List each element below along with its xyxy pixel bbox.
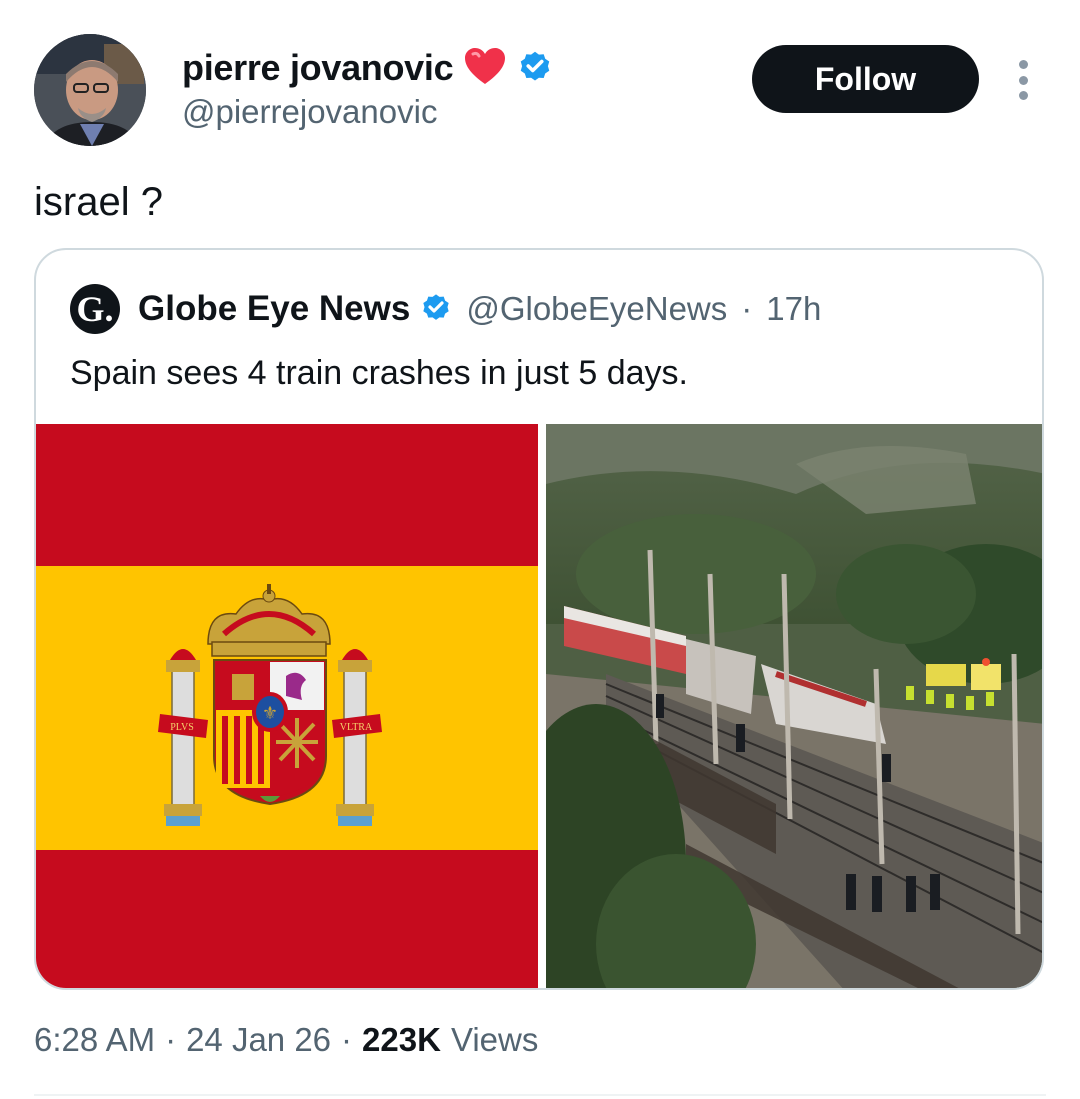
views-label: Views: [450, 1021, 539, 1058]
quoted-tweet-text: Spain sees 4 train crashes in just 5 day…: [70, 354, 688, 392]
quoted-verified-badge-icon: [420, 291, 452, 328]
meta-separator: ·: [165, 1021, 177, 1058]
quoted-separator: ·: [741, 290, 753, 327]
follow-button[interactable]: Follow: [752, 45, 979, 113]
quoted-tweet-header: G. Globe Eye News @GlobeEyeNews · 17h: [70, 284, 821, 334]
globe-eye-news-logo-icon[interactable]: G.: [70, 284, 120, 334]
tweet-time[interactable]: 6:28 AM: [34, 1021, 155, 1059]
heart-icon: [463, 46, 507, 91]
meta-separator: ·: [341, 1021, 353, 1058]
quoted-tweet-card[interactable]: G. Globe Eye News @GlobeEyeNews · 17h Sp…: [34, 248, 1044, 990]
motto-left: PLVS: [170, 722, 194, 733]
divider: [34, 1094, 1046, 1096]
quoted-author-name[interactable]: Globe Eye News: [138, 289, 410, 329]
author-name-row: pierre jovanovic: [182, 44, 553, 92]
avatar-portrait: [34, 34, 146, 146]
author-avatar[interactable]: [34, 34, 146, 146]
quoted-tweet-media: PLVS VLTRA ⚜: [36, 424, 1042, 988]
author-name[interactable]: pierre jovanovic: [182, 47, 454, 89]
motto-right: VLTRA: [340, 722, 373, 733]
tweet-date[interactable]: 24 Jan 26: [186, 1021, 331, 1059]
quoted-author-handle[interactable]: @GlobeEyeNews: [466, 290, 727, 328]
tweet-text: israel ?: [34, 180, 163, 224]
more-options-icon[interactable]: [1010, 60, 1036, 100]
coat-of-arms-shield-icon: ⚜: [213, 659, 327, 806]
quoted-tweet-age[interactable]: 17h: [766, 290, 821, 328]
svg-text:⚜: ⚜: [262, 703, 278, 723]
views-count: 223K: [362, 1021, 441, 1058]
author-handle[interactable]: @pierrejovanovic: [182, 93, 437, 131]
logo-letter: G.: [76, 289, 114, 329]
verified-badge-icon: [517, 48, 553, 89]
spain-flag-image[interactable]: PLVS VLTRA ⚜: [36, 424, 538, 988]
tweet-meta: 6:28 AM · 24 Jan 26 · 223K Views: [34, 1018, 538, 1062]
train-crash-photo[interactable]: [546, 424, 1042, 988]
